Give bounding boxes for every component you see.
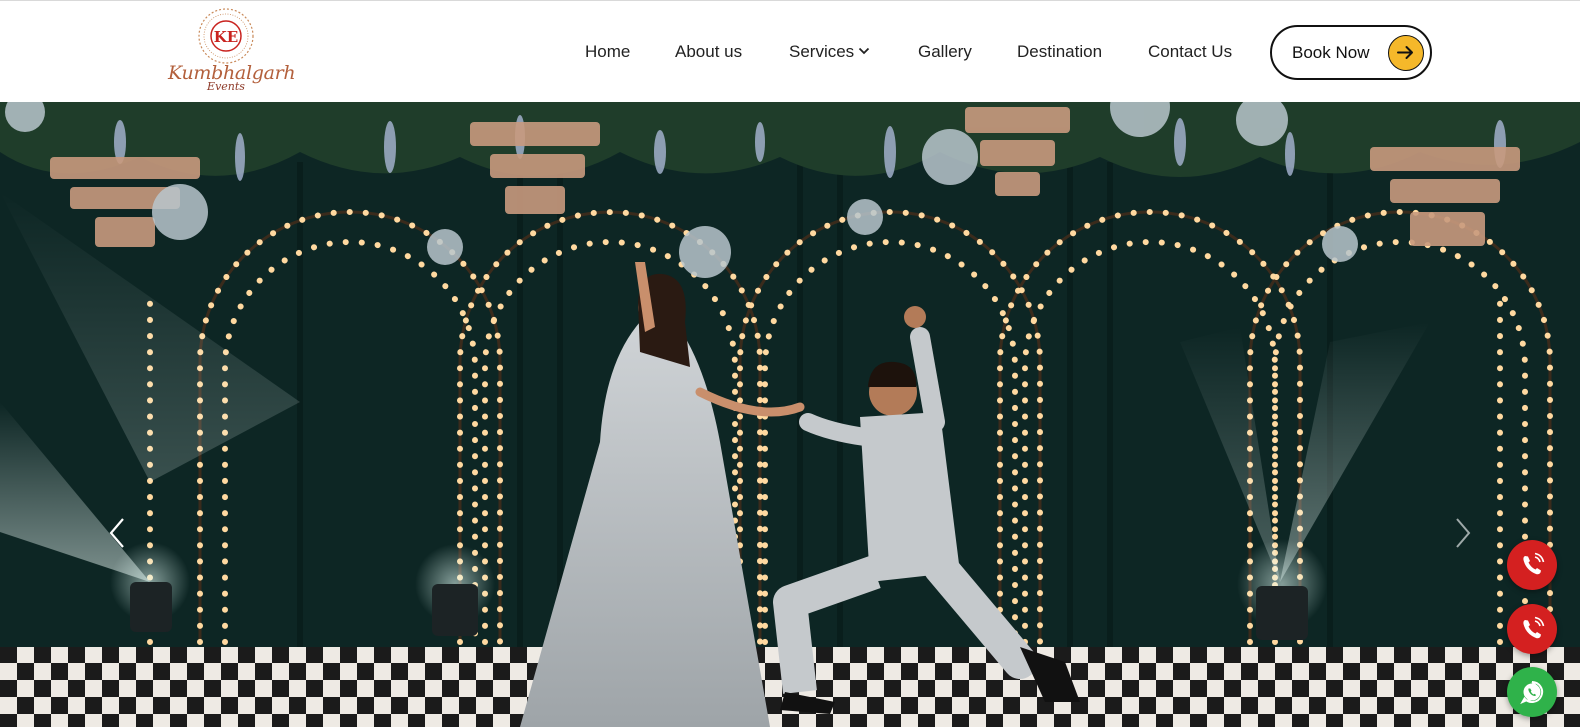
book-now-button[interactable]: Book Now — [1270, 25, 1432, 80]
chevron-right-icon — [1456, 518, 1471, 548]
phone-icon — [1523, 552, 1545, 575]
arrow-right-icon — [1388, 35, 1424, 71]
whatsapp-button[interactable] — [1507, 667, 1557, 717]
nav-gallery[interactable]: Gallery — [918, 41, 972, 63]
slider-next-button[interactable] — [1450, 516, 1474, 550]
hero-image — [0, 102, 1580, 727]
nav-services[interactable]: Services — [789, 41, 870, 63]
phone-icon — [1523, 616, 1545, 639]
hero-slider — [0, 102, 1580, 727]
call-button-2[interactable] — [1507, 604, 1557, 654]
call-button-1[interactable] — [1507, 540, 1557, 590]
nav-services-label: Services — [789, 42, 855, 61]
nav-about-us[interactable]: About us — [675, 41, 742, 63]
nav-home[interactable]: Home — [585, 41, 630, 63]
nav-destination[interactable]: Destination — [1017, 41, 1102, 63]
chevron-left-icon — [109, 518, 124, 548]
chevron-down-icon — [859, 47, 870, 55]
main-nav: Home About us Services Gallery Destinati… — [0, 1, 1580, 103]
site-header: KE Kumbhalgarh Events Home About us Serv… — [0, 0, 1580, 102]
nav-contact-us[interactable]: Contact Us — [1148, 41, 1232, 63]
slider-prev-button[interactable] — [106, 516, 130, 550]
book-now-label: Book Now — [1292, 43, 1370, 62]
whatsapp-icon — [1520, 680, 1544, 705]
